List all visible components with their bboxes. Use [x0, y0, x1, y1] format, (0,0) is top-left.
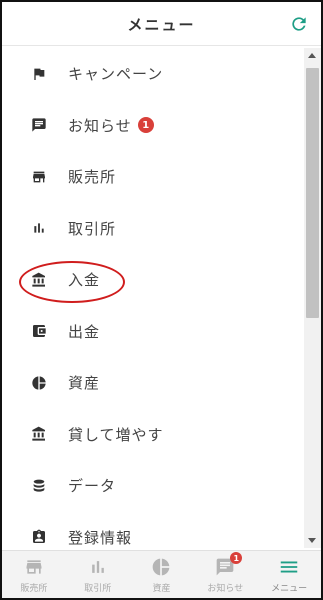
tab-label: お知らせ: [207, 584, 244, 594]
message-icon: 1: [214, 552, 243, 578]
menu-item-assets[interactable]: 資産: [2, 357, 304, 409]
menu-item-label: お知らせ: [68, 116, 132, 135]
tab-assets[interactable]: 資産: [130, 551, 194, 598]
pie-chart-icon: [150, 556, 172, 578]
menu-item-label: 資産: [68, 374, 101, 393]
menu-item-label: 出金: [68, 322, 101, 341]
header: メニュー: [2, 2, 321, 46]
menu-item-label: 販売所: [68, 168, 117, 187]
menu-item-data[interactable]: データ: [2, 460, 304, 512]
menu-item-store[interactable]: 販売所: [2, 151, 304, 203]
database-icon: [30, 477, 48, 495]
tab-news[interactable]: 1 お知らせ: [193, 551, 257, 598]
bottom-tab-bar: 販売所 取引所 資産 1 お知らせ メニュー: [2, 550, 321, 598]
app-frame: メニュー キャンペーン お知らせ 1 販売所 取引所 入金 出金 資産 貸して増…: [0, 0, 323, 600]
menu-item-news[interactable]: お知らせ 1: [2, 100, 304, 152]
bank-icon: [30, 271, 48, 289]
scrollbar-thumb[interactable]: [306, 68, 319, 318]
menu-item-label: 貸して増やす: [68, 425, 164, 444]
tab-store[interactable]: 販売所: [2, 551, 66, 598]
tab-label: メニュー: [271, 584, 308, 594]
scroll-down-arrow-icon[interactable]: [308, 538, 316, 543]
menu-item-label: 登録情報: [68, 528, 133, 547]
store-icon: [30, 168, 48, 186]
profile-icon: [30, 528, 48, 546]
flag-icon: [30, 65, 48, 83]
refresh-icon[interactable]: [289, 14, 309, 34]
menu-item-profile[interactable]: 登録情報: [2, 512, 304, 549]
menu-item-lending[interactable]: 貸して増やす: [2, 409, 304, 461]
pie-chart-icon: [30, 374, 48, 392]
menu-item-label: データ: [68, 477, 117, 496]
tab-exchange[interactable]: 取引所: [66, 551, 130, 598]
wallet-icon: [30, 322, 48, 340]
menu-item-label: 入金: [68, 271, 101, 290]
menu-item-exchange[interactable]: 取引所: [2, 203, 304, 255]
notification-badge: 1: [137, 117, 154, 134]
tab-label: 資産: [152, 584, 171, 594]
page-title: メニュー: [127, 16, 196, 34]
store-icon: [23, 556, 45, 578]
menu-item-label: キャンペーン: [68, 65, 164, 84]
scroll-up-arrow-icon[interactable]: [308, 53, 316, 58]
menu-item-deposit[interactable]: 入金: [2, 254, 304, 306]
scrollbar[interactable]: [304, 48, 321, 548]
menu-item-label: 取引所: [68, 219, 117, 238]
tab-menu[interactable]: メニュー: [257, 551, 321, 598]
notification-badge: 1: [230, 552, 243, 564]
tab-label: 取引所: [84, 584, 112, 594]
bank-icon: [30, 425, 48, 443]
bar-chart-icon: [30, 219, 48, 237]
menu-item-withdraw[interactable]: 出金: [2, 306, 304, 358]
menu-list: キャンペーン お知らせ 1 販売所 取引所 入金 出金 資産 貸して増やす デー…: [2, 48, 304, 548]
menu-icon: [278, 556, 300, 578]
tab-label: 販売所: [20, 584, 48, 594]
menu-item-campaign[interactable]: キャンペーン: [2, 48, 304, 100]
bar-chart-icon: [87, 556, 109, 578]
message-icon: [30, 116, 48, 134]
